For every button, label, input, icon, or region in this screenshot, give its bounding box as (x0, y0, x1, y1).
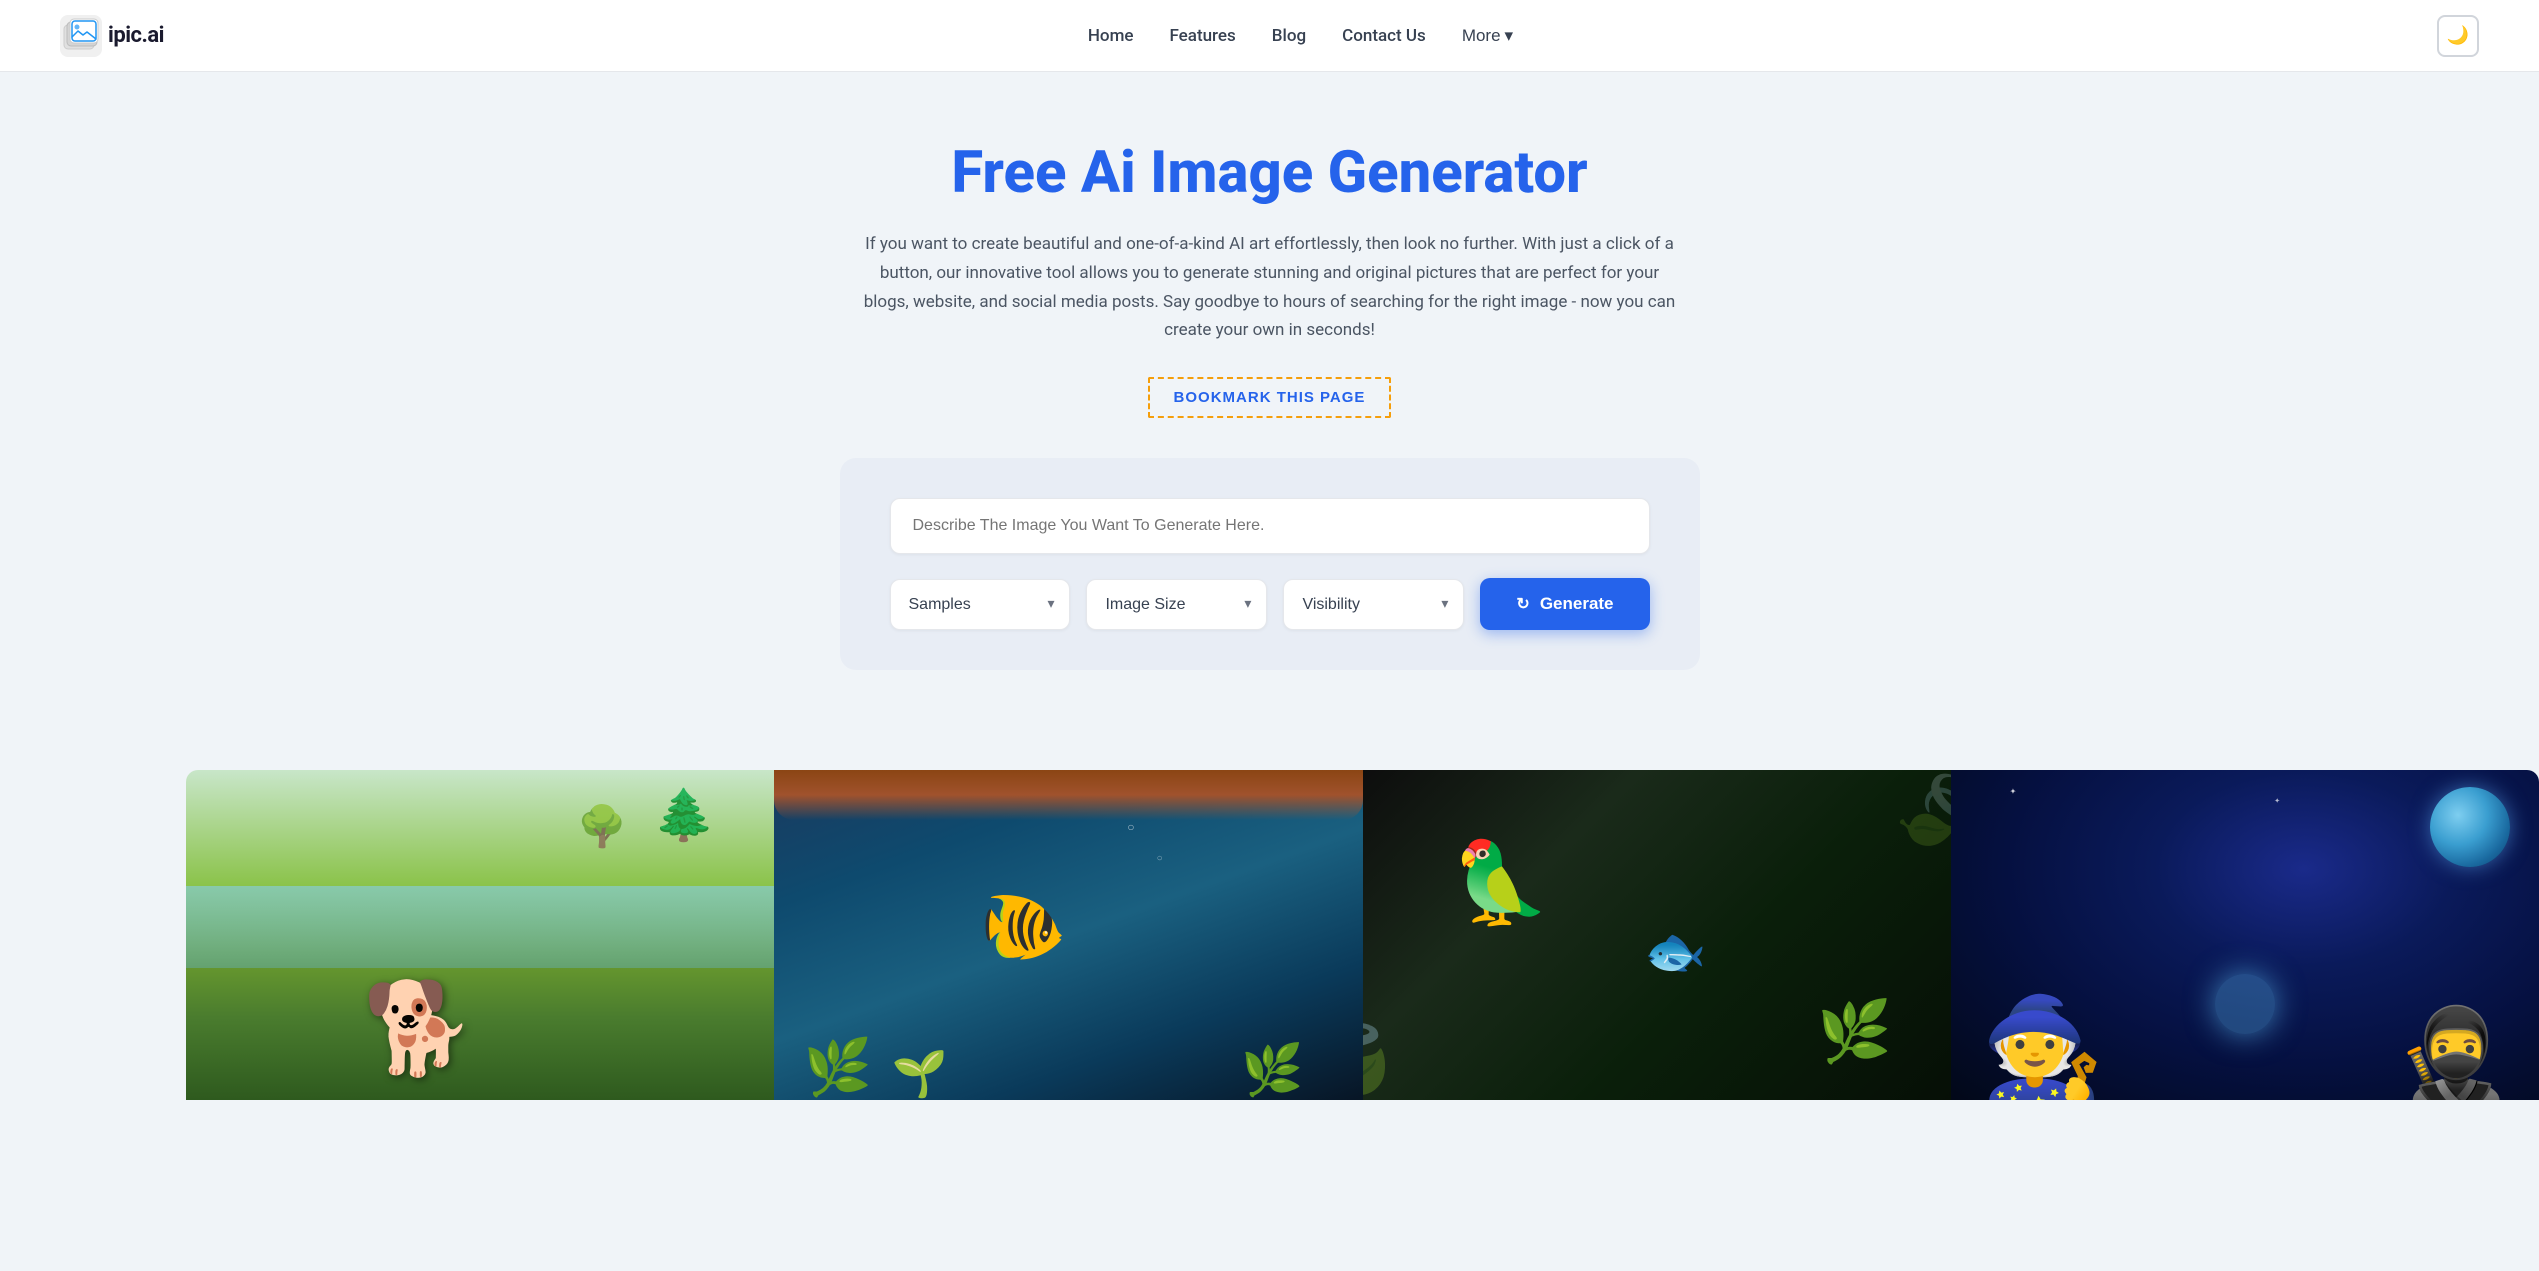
nav-more-button[interactable]: More ▾ (1462, 26, 1513, 46)
generator-container: Samples 1 2 3 4 Image Size 512x512 768x7… (840, 458, 1700, 670)
image-size-dropdown-wrapper: Image Size 512x512 768x768 1024x1024 (1086, 579, 1267, 630)
prompt-input[interactable] (890, 498, 1650, 554)
gallery-item-anime: ✦ ✦ ✦ 🧙 🥷 (1951, 770, 2539, 1100)
generate-button[interactable]: ↻ Generate (1480, 578, 1649, 630)
logo-link[interactable]: ipic.ai (60, 15, 164, 57)
samples-select[interactable]: Samples 1 2 3 4 (890, 579, 1071, 630)
gallery-item-fish: 🌿 🌱 🌿 🐠 ○ ○ (774, 770, 1362, 1100)
samples-dropdown-wrapper: Samples 1 2 3 4 (890, 579, 1071, 630)
image-size-select[interactable]: Image Size 512x512 768x768 1024x1024 (1086, 579, 1267, 630)
nav-blog[interactable]: Blog (1272, 26, 1306, 46)
logo-icon (60, 15, 102, 57)
refresh-icon: ↻ (1516, 594, 1529, 614)
controls-row: Samples 1 2 3 4 Image Size 512x512 768x7… (890, 578, 1650, 630)
nav-links: Home Features Blog Contact Us More ▾ (1088, 26, 1513, 46)
generate-label: Generate (1540, 594, 1614, 614)
navbar: ipic.ai Home Features Blog Contact Us Mo… (0, 0, 2539, 72)
image-gallery: 🐕 🌲 🌳 🌿 🌱 🌿 🐠 ○ ○ 🍃 🍃 (0, 770, 2539, 1100)
nav-contact[interactable]: Contact Us (1342, 26, 1426, 46)
nav-features[interactable]: Features (1169, 26, 1235, 46)
logo-text: ipic.ai (108, 23, 164, 48)
hero-section: Free Ai Image Generator If you want to c… (0, 72, 2539, 770)
hero-subtitle: If you want to create beautiful and one-… (860, 230, 1680, 346)
gallery-item-dog: 🐕 🌲 🌳 (186, 770, 774, 1100)
gallery-item-tropical: 🍃 🍃 🦜 🌿 🐟 (1363, 770, 1951, 1100)
hero-title: Free Ai Image Generator (20, 142, 2519, 206)
nav-more-label: More (1462, 26, 1501, 46)
visibility-select[interactable]: Visibility Public Private (1283, 579, 1464, 630)
nav-home[interactable]: Home (1088, 26, 1134, 46)
dark-mode-button[interactable]: 🌙 (2437, 15, 2479, 57)
visibility-dropdown-wrapper: Visibility Public Private (1283, 579, 1464, 630)
moon-icon: 🌙 (2447, 25, 2469, 46)
bookmark-button[interactable]: BOOKMARK THIS PAGE (1148, 377, 1392, 418)
chevron-down-icon: ▾ (1505, 26, 1514, 46)
